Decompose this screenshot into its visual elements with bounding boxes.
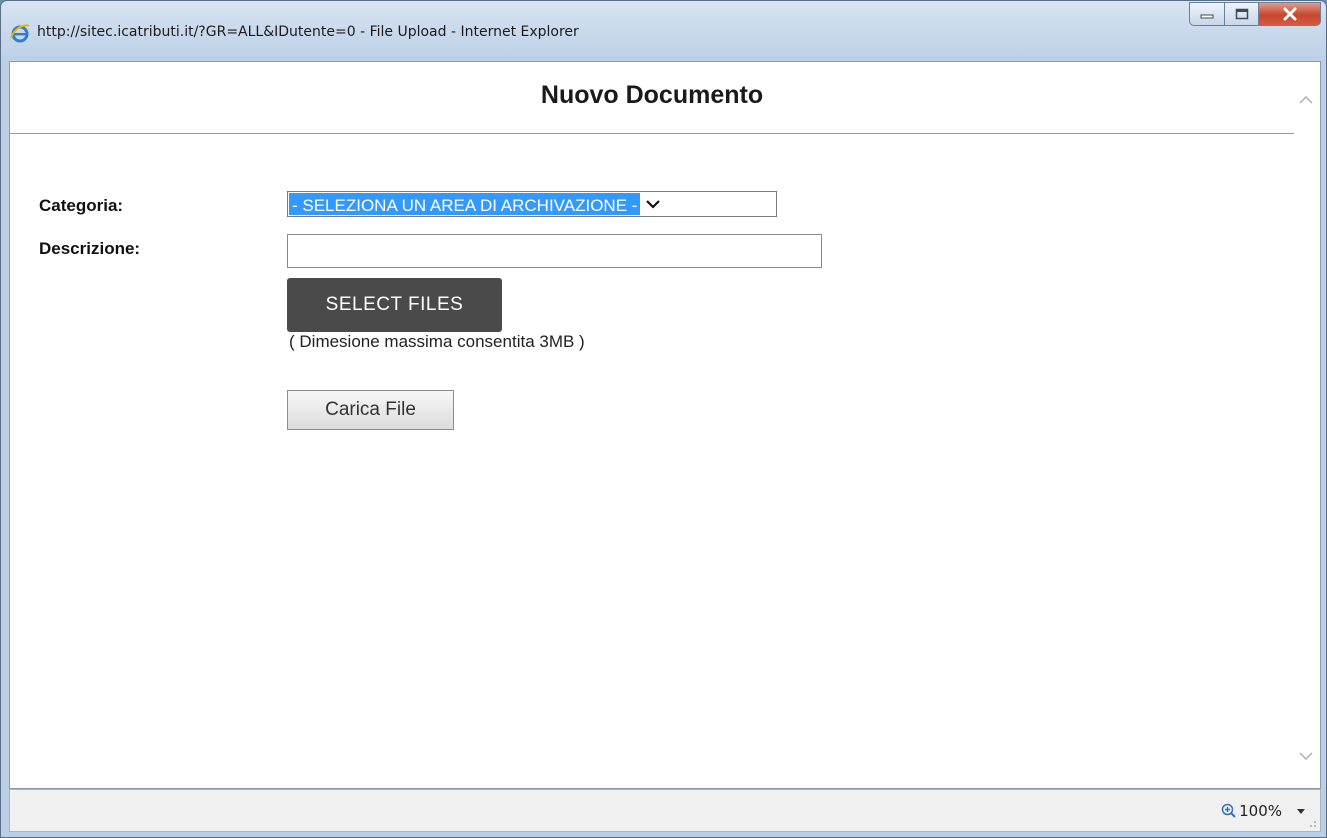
max-size-note: ( Dimesione massima consentita 3MB ) <box>289 332 585 351</box>
category-dropdown-arrow[interactable] <box>641 192 665 216</box>
chevron-down-icon <box>646 200 661 209</box>
zoom-control[interactable]: 100% <box>1221 802 1282 820</box>
window-title: http://sitec.icatributi.it/?GR=ALL&IDute… <box>37 24 579 40</box>
category-selected-value: - SELEZIONA UN AREA DI ARCHIVAZIONE - <box>289 193 641 215</box>
category-select[interactable]: - SELEZIONA UN AREA DI ARCHIVAZIONE - <box>287 191 777 217</box>
scroll-down-icon[interactable] <box>1298 748 1314 764</box>
window-controls <box>1189 2 1321 28</box>
page-content: Nuovo Documento Categoria: - SELEZIONA U… <box>9 61 1321 789</box>
browser-window: http://sitec.icatributi.it/?GR=ALL&IDute… <box>0 0 1327 838</box>
scroll-up-icon[interactable] <box>1298 92 1314 108</box>
select-files-button[interactable]: SELECT FILES <box>287 278 502 332</box>
category-label: Categoria: <box>39 196 124 215</box>
maximize-icon <box>1235 8 1248 20</box>
close-icon <box>1283 7 1296 21</box>
zoom-icon <box>1221 803 1236 818</box>
page-title: Nuovo Documento <box>540 81 764 109</box>
zoom-level: 100% <box>1239 802 1282 820</box>
description-input[interactable] <box>287 234 822 268</box>
close-button[interactable] <box>1259 2 1321 26</box>
title-bar[interactable]: http://sitec.icatributi.it/?GR=ALL&IDute… <box>1 1 1326 61</box>
resize-grip-icon[interactable] <box>1307 818 1317 828</box>
dropdown-arrow-icon[interactable] <box>1296 808 1306 815</box>
page-header: Nuovo Documento <box>10 62 1294 134</box>
status-bar: 100% <box>9 789 1321 832</box>
upload-file-button[interactable]: Carica File <box>287 390 454 430</box>
ie-logo-icon <box>10 24 30 43</box>
minimize-button[interactable] <box>1189 2 1225 26</box>
maximize-button[interactable] <box>1225 2 1259 26</box>
minimize-icon <box>1200 14 1214 19</box>
description-label: Descrizione: <box>39 239 141 258</box>
